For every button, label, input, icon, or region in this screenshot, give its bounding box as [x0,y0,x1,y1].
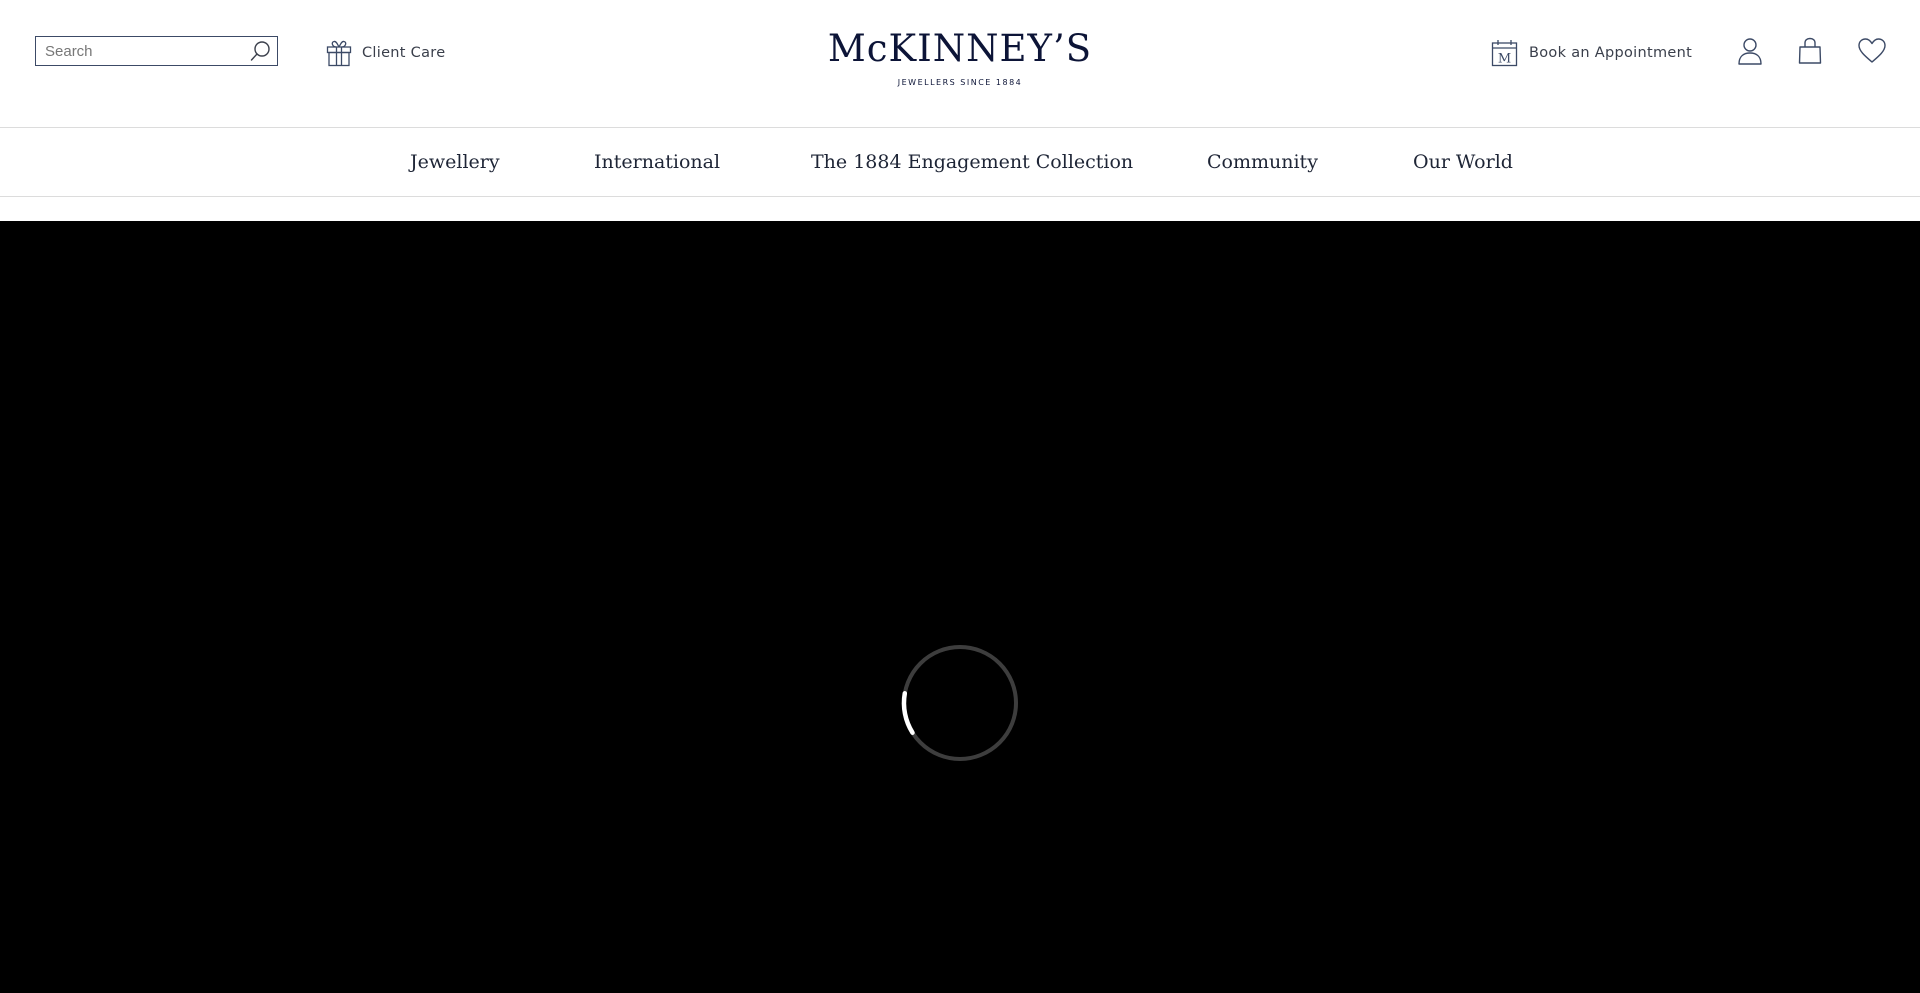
account-icon[interactable] [1735,36,1765,66]
bag-icon[interactable] [1795,36,1825,66]
nav-item-our-world[interactable]: Our World [1413,149,1513,175]
search-input[interactable] [36,37,241,65]
logo-wordmark: McKINNEY’S [827,27,1093,70]
search-icon[interactable] [250,40,272,62]
calendar-icon: M [1491,40,1518,67]
nav-item-engagement-collection[interactable]: The 1884 Engagement Collection [811,149,1133,175]
loading-spinner-icon [901,645,1018,761]
gift-icon [326,40,352,67]
client-care-label: Client Care [362,45,446,61]
book-appointment-label: Book an Appointment [1529,45,1693,61]
calendar-icon-letter: M [1498,52,1511,67]
book-appointment-link[interactable]: M Book an Appointment [1491,38,1692,68]
brand-logo[interactable]: McKINNEY’S JEWELLERS SINCE 1884 [760,26,1160,87]
main-navigation: Jewellery International The 1884 Engagem… [0,129,1920,197]
hero-video-area[interactable] [0,221,1920,993]
nav-item-international[interactable]: International [594,149,720,175]
heart-icon[interactable] [1857,36,1887,66]
site-header: Client Care McKINNEY’S JEWELLERS SINCE 1… [0,0,1920,128]
search-box [35,36,278,66]
client-care-link[interactable]: Client Care [326,38,445,68]
nav-item-jewellery[interactable]: Jewellery [410,149,500,175]
nav-item-community[interactable]: Community [1207,149,1318,175]
logo-tagline: JEWELLERS SINCE 1884 [897,78,1023,87]
